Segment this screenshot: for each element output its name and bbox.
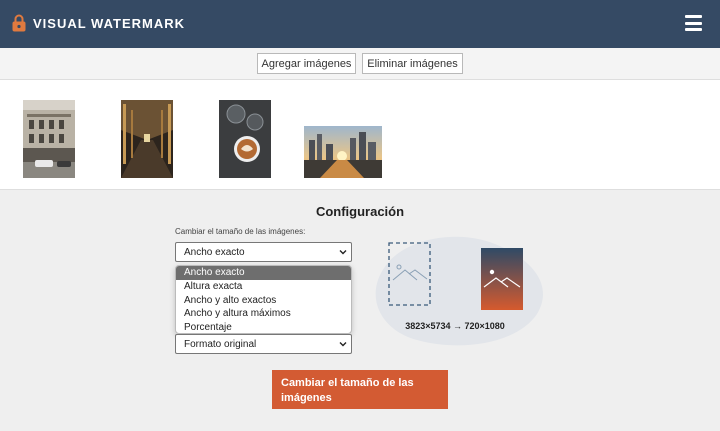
dimensions-readout: 3823×5734 → 720×1080 [405, 321, 505, 331]
resize-mode-value: Ancho exacto [184, 246, 245, 258]
chevron-down-icon [339, 342, 347, 347]
resize-mode-dropdown: Ancho exacto Altura exacta Ancho y alto … [175, 265, 352, 334]
resize-images-button[interactable]: Cambiar el tamaño de las imágenes [272, 370, 448, 409]
resized-image-icon [481, 248, 523, 310]
remove-images-button[interactable]: Eliminar imágenes [362, 53, 463, 74]
dropdown-option[interactable]: Porcentaje [176, 321, 351, 333]
resize-field-label: Cambiar el tamaño de las imágenes: [175, 227, 306, 236]
dropdown-option[interactable]: Altura exacta [176, 280, 351, 294]
thumbnail-building-facade[interactable] [23, 100, 75, 178]
output-format-select[interactable]: Formato original [175, 334, 352, 354]
dropdown-option[interactable]: Ancho y altura máximos [176, 307, 351, 321]
app-header: VISUAL WATERMARK [0, 0, 720, 48]
resize-mode-select[interactable]: Ancho exacto [175, 242, 352, 262]
brand-name: VISUAL WATERMARK [33, 16, 186, 31]
config-title: Configuración [315, 204, 405, 219]
thumbnail-coffee[interactable] [219, 100, 271, 178]
dropdown-option[interactable]: Ancho y alto exactos [176, 294, 351, 308]
padlock-icon [12, 14, 26, 32]
thumbnail-city-sunset[interactable] [304, 126, 382, 178]
output-format-value: Formato original [184, 338, 257, 350]
image-toolbar: Agregar imágenes Eliminar imágenes [0, 48, 720, 80]
dropdown-option[interactable]: Ancho exacto [176, 266, 351, 280]
thumbnail-strip [0, 80, 720, 190]
hamburger-menu-icon[interactable] [685, 15, 702, 31]
add-images-button[interactable]: Agregar imágenes [257, 53, 356, 74]
thumbnail-train-hall[interactable] [121, 100, 173, 178]
chevron-down-icon [339, 250, 347, 255]
